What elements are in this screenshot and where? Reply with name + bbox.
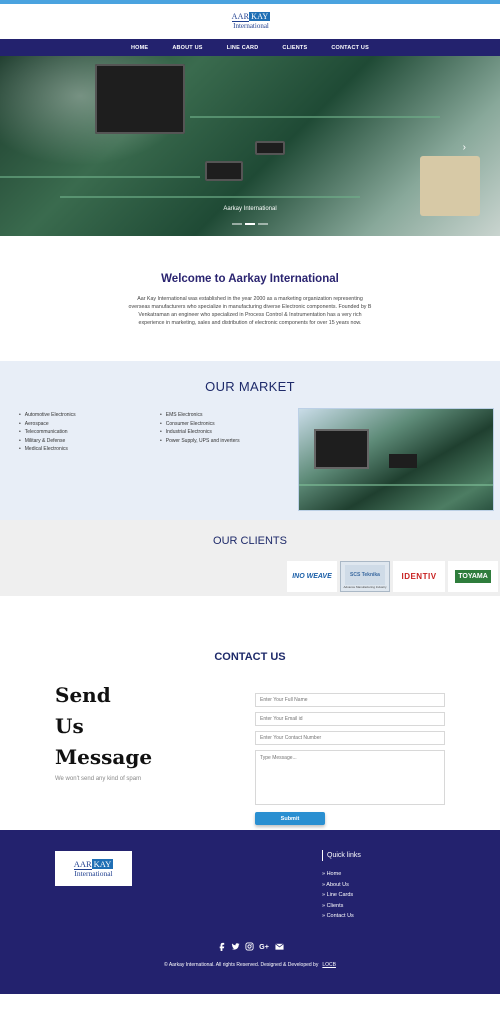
welcome-title: Welcome to Aarkay International (161, 273, 339, 285)
scs-logo-subtitle: Advance Manufacturing Industry (343, 584, 387, 589)
site-logo[interactable]: AAR KAY International (229, 11, 273, 35)
market-trace (299, 484, 493, 486)
hero-dots (232, 223, 268, 225)
mail-icon[interactable] (274, 942, 284, 951)
message-textarea[interactable] (255, 750, 445, 805)
logo-wordmark: AAR KAY (231, 12, 271, 22)
scs-logo-mark: SCS Teknika (345, 564, 385, 585)
market-item: Military & Defense (19, 437, 76, 446)
hero-trace (190, 116, 440, 118)
market-item: Medical Electronics (19, 445, 76, 454)
facebook-icon[interactable] (217, 942, 226, 951)
developer-link[interactable]: LOCB (322, 962, 336, 968)
svg-text:G+: G+ (259, 942, 269, 951)
social-icons: G+ (0, 942, 500, 951)
hero-trace (60, 196, 360, 198)
twitter-icon[interactable] (231, 942, 240, 951)
hero-dot[interactable] (232, 223, 242, 225)
hero-next-arrow[interactable]: › (463, 142, 466, 153)
market-chip (314, 429, 369, 469)
nav-home[interactable]: HOME (131, 45, 148, 51)
hero-dot[interactable] (258, 223, 268, 225)
quick-links-title: Quick links (322, 850, 361, 861)
market-item: Aerospace (19, 420, 76, 429)
hero-caption: Aarkay International (223, 206, 277, 212)
hero-chip-small (205, 161, 243, 181)
google-plus-icon[interactable]: G+ (259, 942, 270, 951)
contact-section: CONTACT US Send Us Message We won't send… (0, 596, 500, 830)
quick-links: » Home » About Us » Line Cards » Clients… (322, 869, 354, 922)
footer-logo-subtitle: International (74, 868, 113, 878)
clients-section: OUR CLIENTS INO WEAVE SCS Teknika Advanc… (0, 520, 500, 596)
email-input[interactable] (255, 712, 445, 726)
instagram-icon[interactable] (244, 942, 254, 951)
copyright: © Aarkay International. All rights Reser… (0, 962, 500, 968)
full-name-input[interactable] (255, 693, 445, 707)
site-header: AAR KAY International (0, 4, 500, 39)
hero-trace (0, 176, 200, 178)
nav-clients[interactable]: CLIENTS (282, 45, 307, 51)
footer-logo-wordmark: AAR KAY (73, 858, 114, 870)
spam-note: We won't send any kind of spam (55, 776, 142, 782)
welcome-body: Aar Kay International was established in… (128, 296, 372, 326)
contact-title: CONTACT US (214, 651, 286, 663)
send-line: Message (55, 745, 153, 769)
hero-chip-large (95, 64, 185, 134)
contact-number-input[interactable] (255, 731, 445, 745)
copyright-text: © Aarkay International. All rights Reser… (164, 962, 319, 968)
submit-button[interactable]: Submit (255, 812, 325, 825)
client-logo-inoweave[interactable]: INO WEAVE (287, 561, 337, 592)
quick-link-clients[interactable]: » Clients (322, 901, 354, 912)
send-message-heading: Send Us Message (55, 680, 152, 773)
market-list-left: Automotive Electronics Aerospace Telecom… (19, 411, 76, 454)
market-image (298, 408, 494, 511)
market-section: OUR MARKET Automotive Electronics Aerosp… (0, 361, 500, 520)
market-item: Power Supply, UPS and inverters (160, 437, 240, 446)
client-logo-scs[interactable]: SCS Teknika Advance Manufacturing Indust… (340, 561, 390, 592)
logo-subtitle: International (233, 22, 269, 30)
clients-logos: INO WEAVE SCS Teknika Advance Manufactur… (287, 561, 498, 592)
market-item: Telecommunication (19, 428, 76, 437)
nav-line-card[interactable]: LINE CARD (227, 45, 259, 51)
quick-link-about-us[interactable]: » About Us (322, 880, 354, 891)
welcome-section: Welcome to Aarkay International Aar Kay … (0, 236, 500, 361)
hero-chip-small-2 (255, 141, 285, 155)
toyama-wordmark: TOYAMA (455, 570, 491, 583)
market-chip-small (389, 454, 417, 468)
main-nav: HOME ABOUT US LINE CARD CLIENTS CONTACT … (0, 39, 500, 56)
quick-link-home[interactable]: » Home (322, 869, 354, 880)
send-line: Us (55, 714, 84, 738)
market-item: EMS Electronics (160, 411, 240, 420)
nav-contact-us[interactable]: CONTACT US (331, 45, 369, 51)
site-footer: AAR KAY International Quick links » Home … (0, 830, 500, 994)
clients-title: OUR CLIENTS (213, 535, 287, 547)
quick-link-contact-us[interactable]: » Contact Us (322, 911, 354, 922)
quick-link-line-cards[interactable]: » Line Cards (322, 890, 354, 901)
client-logo-toyama[interactable]: TOYAMA (448, 561, 498, 592)
footer-logo[interactable]: AAR KAY International (55, 851, 132, 886)
hero-dot-active[interactable] (245, 223, 255, 225)
market-list-right: EMS Electronics Consumer Electronics Ind… (160, 411, 240, 445)
nav-about-us[interactable]: ABOUT US (172, 45, 202, 51)
market-item: Consumer Electronics (160, 420, 240, 429)
send-line: Send (55, 683, 111, 707)
client-logo-identiv[interactable]: IDENTIV (393, 561, 445, 592)
market-item: Industrial Electronics (160, 428, 240, 437)
market-title: OUR MARKET (205, 379, 295, 394)
hero-slider: Aarkay International › (0, 56, 500, 236)
market-item: Automotive Electronics (19, 411, 76, 420)
